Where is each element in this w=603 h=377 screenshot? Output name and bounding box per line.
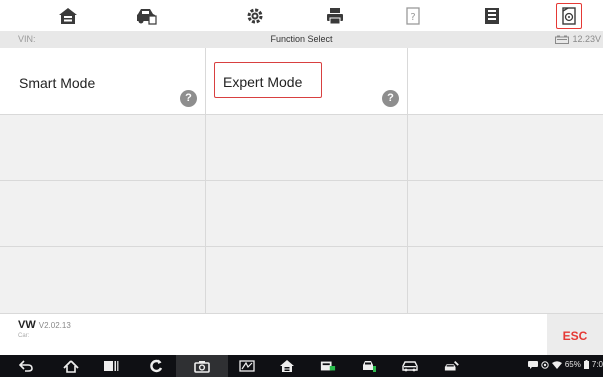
smart-mode-label: Smart Mode (19, 75, 96, 91)
car-icon[interactable] (402, 359, 418, 373)
function-grid: Smart Mode ? Expert Mode ? (0, 48, 603, 313)
empty-tile (408, 247, 603, 313)
empty-tile (0, 181, 206, 247)
expert-mode-tile[interactable]: Expert Mode ? (206, 48, 408, 115)
expert-mode-label: Expert Mode (223, 74, 303, 90)
camera-icon[interactable] (194, 359, 210, 373)
smart-mode-help-icon[interactable]: ? (180, 90, 197, 107)
battery-icon (583, 360, 589, 369)
expert-mode-help-icon[interactable]: ? (382, 90, 399, 107)
empty-tile (408, 48, 603, 115)
vehicle-make: VW V2.02.13 (18, 319, 71, 331)
system-tray: 65% 7:0 (527, 360, 603, 369)
vehicle-icon[interactable] (133, 3, 159, 29)
empty-tile (206, 181, 408, 247)
car-label: Car: (18, 333, 30, 339)
empty-tile (408, 115, 603, 181)
empty-tile (206, 247, 408, 313)
data-logging-icon[interactable] (556, 3, 582, 29)
battery-percent: 65% (564, 360, 581, 369)
car-gas-icon[interactable] (361, 359, 377, 373)
empty-tile (206, 115, 408, 181)
home-app-icon[interactable] (279, 359, 295, 373)
message-icon (527, 360, 538, 369)
vci-icon[interactable] (239, 359, 255, 373)
car-battery-icon (555, 35, 570, 44)
empty-tile (0, 247, 206, 313)
save-icon[interactable] (479, 3, 505, 29)
voltage-value: 12.23V (572, 34, 601, 44)
esc-button[interactable]: ESC (547, 314, 603, 356)
footer-bar: VW V2.02.13 Car: ESC (0, 313, 603, 356)
help-icon[interactable]: ? (400, 3, 426, 29)
empty-tile (0, 115, 206, 181)
home-icon[interactable] (55, 3, 81, 29)
empty-tile (408, 181, 603, 247)
car-wrench-icon[interactable] (444, 359, 460, 373)
system-nav-bar: 65% 7:0 (0, 355, 603, 377)
status-bar: VIN: Function Select 12.23V (0, 31, 603, 48)
recent-apps-icon[interactable] (103, 359, 119, 373)
home-nav-icon[interactable] (63, 359, 79, 373)
top-toolbar: ? (0, 0, 603, 31)
settings-icon[interactable] (242, 3, 268, 29)
print-icon[interactable] (322, 3, 348, 29)
make-label: VW (18, 319, 36, 331)
wifi-icon (551, 360, 562, 369)
back-icon[interactable] (18, 359, 34, 373)
smart-mode-tile[interactable]: Smart Mode ? (0, 48, 206, 115)
battery-voltage: 12.23V (555, 34, 601, 44)
vci-connection-icon[interactable] (320, 359, 336, 373)
page-title: Function Select (270, 34, 333, 44)
software-version: V2.02.13 (38, 321, 71, 330)
location-icon (541, 360, 549, 369)
svg-text:?: ? (410, 12, 415, 23)
clock: 7:0 (591, 360, 603, 369)
expert-mode-highlight: Expert Mode (214, 62, 322, 98)
refresh-icon[interactable] (148, 359, 164, 373)
